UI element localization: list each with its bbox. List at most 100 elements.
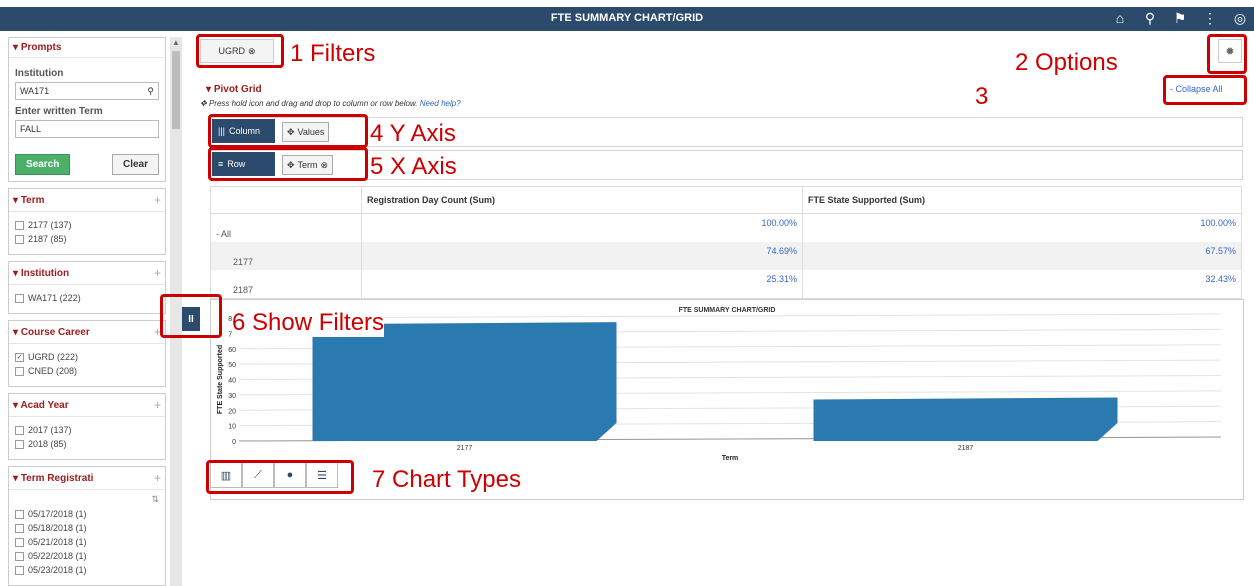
facet-option-label: 2017 (137) bbox=[28, 425, 72, 435]
search-icon[interactable]: ⚲ bbox=[1142, 10, 1158, 27]
highlight-box bbox=[160, 294, 222, 338]
sort-icon[interactable]: ⇅ bbox=[15, 494, 159, 505]
facet-option[interactable]: 2187 (85) bbox=[15, 234, 159, 244]
facet-term-registration: ▾ Term Registrati + ⇅ 05/17/2018 (1) 05/1… bbox=[8, 466, 166, 586]
facet-option-label: 05/18/2018 (1) bbox=[28, 523, 87, 533]
filter-sidebar: ▾ Prompts Institution WA171 ⚲ Enter writt… bbox=[8, 37, 166, 586]
pivot-help: ✥ Press hold icon and drag and drop to c… bbox=[200, 99, 461, 108]
facet-acad-year: ▾ Acad Year + 2017 (137) 2018 (85) bbox=[8, 393, 166, 460]
institution-value: WA171 bbox=[20, 86, 50, 96]
home-icon[interactable]: ⌂ bbox=[1112, 10, 1128, 27]
cell-value[interactable]: 74.69% bbox=[361, 242, 803, 270]
facet-option[interactable]: 2177 (137) bbox=[15, 220, 159, 230]
checkbox[interactable] bbox=[15, 551, 24, 561]
facet-option[interactable]: 05/23/2018 (1) bbox=[15, 565, 159, 575]
facet-option[interactable]: 05/22/2018 (1) bbox=[15, 551, 159, 561]
pivot-help-text: Press hold icon and drag and drop to col… bbox=[208, 99, 418, 108]
search-button[interactable]: Search bbox=[15, 154, 71, 175]
scroll-up-icon[interactable]: ▲ bbox=[172, 38, 180, 47]
table-row: - All 100.00% 100.00% bbox=[210, 213, 1242, 242]
cell-value[interactable]: 25.31% bbox=[361, 270, 803, 299]
prompts-title: Prompts bbox=[20, 42, 62, 53]
prompts-header[interactable]: ▾ Prompts bbox=[9, 38, 165, 58]
facet-option[interactable]: WA171 (222) bbox=[15, 293, 159, 303]
facet-option[interactable]: CNED (208) bbox=[15, 366, 159, 376]
term-value: FALL bbox=[20, 124, 42, 134]
institution-label: Institution bbox=[15, 68, 64, 79]
highlight-box bbox=[206, 460, 354, 494]
facet-title: Term Registrati bbox=[20, 472, 94, 484]
checkbox[interactable] bbox=[15, 439, 24, 449]
checkbox[interactable] bbox=[15, 425, 24, 435]
annotation-7: 7 Chart Types bbox=[372, 466, 521, 493]
facet-option[interactable]: 05/18/2018 (1) bbox=[15, 523, 159, 533]
facet-option-label: 05/23/2018 (1) bbox=[28, 565, 87, 575]
plus-icon[interactable]: + bbox=[154, 193, 161, 207]
facet-institution-header[interactable]: ▾ Institution + bbox=[9, 262, 165, 285]
facet-option-label: WA171 (222) bbox=[28, 293, 81, 303]
cell-value[interactable]: 32.43% bbox=[802, 270, 1242, 299]
cell-value[interactable]: 67.57% bbox=[802, 242, 1242, 270]
facet-option[interactable]: 05/21/2018 (1) bbox=[15, 537, 159, 547]
checkbox[interactable] bbox=[15, 537, 24, 547]
checkbox[interactable] bbox=[15, 509, 24, 519]
cell-value[interactable]: 100.00% bbox=[802, 213, 1242, 242]
more-icon[interactable]: ⋮ bbox=[1202, 10, 1218, 27]
table-row: 2177 74.69% 67.57% bbox=[210, 242, 1242, 270]
y-tick-label: 10 bbox=[228, 424, 236, 431]
x-tick-label: 2187 bbox=[958, 445, 974, 452]
y-tick-label: 50 bbox=[228, 362, 236, 369]
checkbox-checked[interactable]: ✓ bbox=[15, 352, 24, 362]
checkbox[interactable] bbox=[15, 293, 24, 303]
need-help-link[interactable]: Need help? bbox=[420, 99, 461, 108]
lookup-icon[interactable]: ⚲ bbox=[147, 86, 154, 97]
row-label: 2177 bbox=[210, 242, 362, 270]
checkbox[interactable] bbox=[15, 565, 24, 575]
term-field[interactable]: FALL bbox=[15, 120, 159, 138]
table-row: 2187 25.31% 32.43% bbox=[210, 270, 1242, 299]
clear-button[interactable]: Clear bbox=[111, 154, 159, 175]
table-header bbox=[210, 186, 362, 214]
compass-icon[interactable]: ◎ bbox=[1232, 10, 1248, 27]
facet-course-career-header[interactable]: ▾ Course Career + bbox=[9, 321, 165, 344]
facet-term: ▾ Term + 2177 (137) 2187 (85) bbox=[8, 188, 166, 255]
institution-field[interactable]: WA171 ⚲ bbox=[15, 82, 159, 100]
highlight-box bbox=[196, 34, 284, 68]
facet-title: Institution bbox=[20, 267, 70, 279]
facet-option-label: 05/21/2018 (1) bbox=[28, 537, 87, 547]
facet-acad-year-header[interactable]: ▾ Acad Year + bbox=[9, 394, 165, 417]
facet-term-registration-header[interactable]: ▾ Term Registrati + bbox=[9, 467, 165, 490]
x-axis-title: Term bbox=[722, 455, 739, 462]
checkbox[interactable] bbox=[15, 523, 24, 533]
plus-icon[interactable]: + bbox=[154, 471, 161, 485]
scrollbar-thumb[interactable] bbox=[172, 51, 180, 129]
annotation-5: 5 X Axis bbox=[370, 153, 457, 180]
plus-icon[interactable]: + bbox=[154, 266, 161, 280]
table-header[interactable]: Registration Day Count (Sum) bbox=[361, 186, 803, 214]
facet-institution: ▾ Institution + WA171 (222) bbox=[8, 261, 166, 314]
pivot-grid-title[interactable]: ▾ Pivot Grid bbox=[206, 84, 262, 95]
cell-value[interactable]: 100.00% bbox=[361, 213, 803, 242]
checkbox[interactable] bbox=[15, 234, 24, 244]
facet-option[interactable]: 05/17/2018 (1) bbox=[15, 509, 159, 519]
flag-icon[interactable]: ⚑ bbox=[1172, 10, 1188, 27]
plus-icon[interactable]: + bbox=[154, 398, 161, 412]
facet-option[interactable]: 2018 (85) bbox=[15, 439, 159, 449]
checkbox[interactable] bbox=[15, 366, 24, 376]
facet-option[interactable]: 2017 (137) bbox=[15, 425, 159, 435]
highlight-box bbox=[208, 147, 368, 181]
row-label[interactable]: - All bbox=[210, 213, 362, 242]
table-header[interactable]: FTE State Supported (Sum) bbox=[802, 186, 1242, 214]
facet-option-label: 05/17/2018 (1) bbox=[28, 509, 87, 519]
facet-option-label: 05/22/2018 (1) bbox=[28, 551, 87, 561]
facet-term-header[interactable]: ▾ Term + bbox=[9, 189, 165, 212]
facet-option-label: UGRD (222) bbox=[28, 352, 79, 362]
row-label: 2187 bbox=[210, 270, 362, 299]
pivot-table: Registration Day Count (Sum) FTE State S… bbox=[210, 186, 1242, 299]
highlight-box bbox=[1163, 75, 1247, 105]
checkbox[interactable] bbox=[15, 220, 24, 230]
bar-2177 bbox=[312, 322, 617, 441]
facet-option[interactable]: ✓ UGRD (222) bbox=[15, 352, 159, 362]
facet-course-career: ▾ Course Career + ✓ UGRD (222) CNED (208) bbox=[8, 320, 166, 387]
y-tick-label: 30 bbox=[228, 393, 236, 400]
